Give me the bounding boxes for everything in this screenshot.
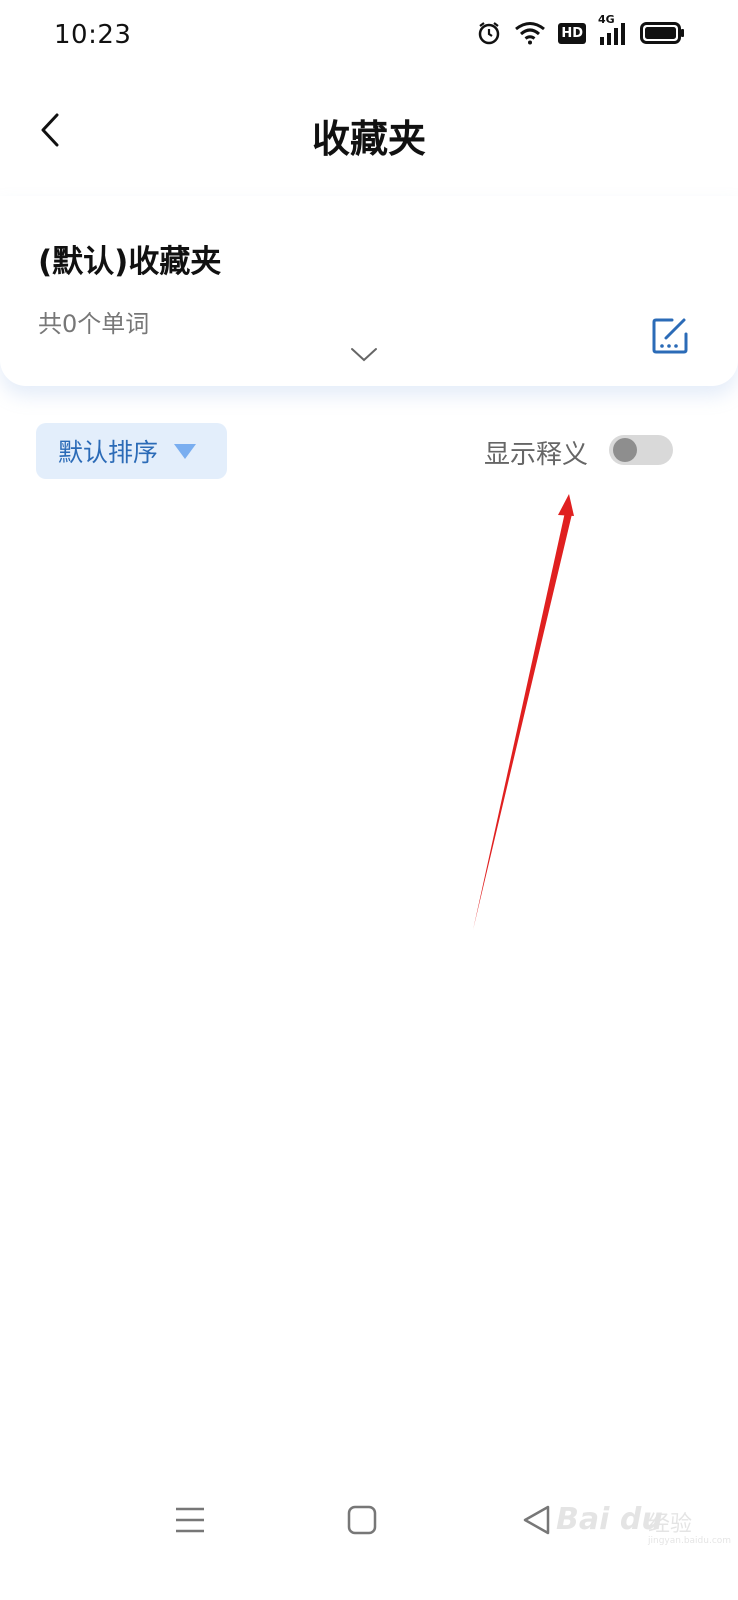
watermark-brand: Bai du [556, 1502, 663, 1537]
battery-icon [640, 21, 686, 45]
status-time: 10:23 [54, 20, 132, 50]
expand-button[interactable] [350, 346, 378, 364]
word-count: 共0个单词 [38, 310, 150, 338]
home-square-icon [347, 1505, 377, 1535]
edit-icon [652, 318, 688, 354]
edit-button[interactable] [650, 316, 690, 356]
menu-icon [176, 1507, 204, 1533]
back-triangle-icon [523, 1505, 550, 1535]
watermark-text: 经验 [648, 1512, 693, 1537]
show-definition-toggle[interactable] [609, 435, 673, 465]
hd-icon: HD [558, 22, 586, 44]
sort-label: 默认排序 [58, 438, 159, 467]
menu-button[interactable] [170, 1500, 210, 1540]
wifi-icon [514, 21, 546, 45]
header: 收藏夹 [0, 90, 738, 170]
caret-down-icon [174, 443, 197, 459]
baidu-watermark: Bai du 经验 jingyan.baidu.com [556, 1496, 731, 1556]
folder-name: (默认)收藏夹 [38, 244, 222, 280]
toggle-knob [613, 438, 637, 462]
network-type-label: 4G [598, 13, 615, 26]
signal-4g-icon: 4G [598, 13, 628, 45]
back-nav-button[interactable] [516, 1500, 556, 1540]
page-title: 收藏夹 [311, 116, 426, 161]
sort-dropdown[interactable]: 默认排序 [36, 423, 227, 479]
status-bar: 10:23 HD 4G [0, 0, 738, 72]
watermark-url: jingyan.baidu.com [648, 1536, 732, 1546]
status-icons: HD 4G [476, 13, 686, 46]
folder-card: (默认)收藏夹 共0个单词 [0, 196, 738, 386]
alarm-icon [476, 20, 502, 46]
chevron-down-icon [351, 348, 377, 362]
show-definition-label: 显示释义 [484, 440, 589, 470]
home-button[interactable] [342, 1500, 382, 1540]
